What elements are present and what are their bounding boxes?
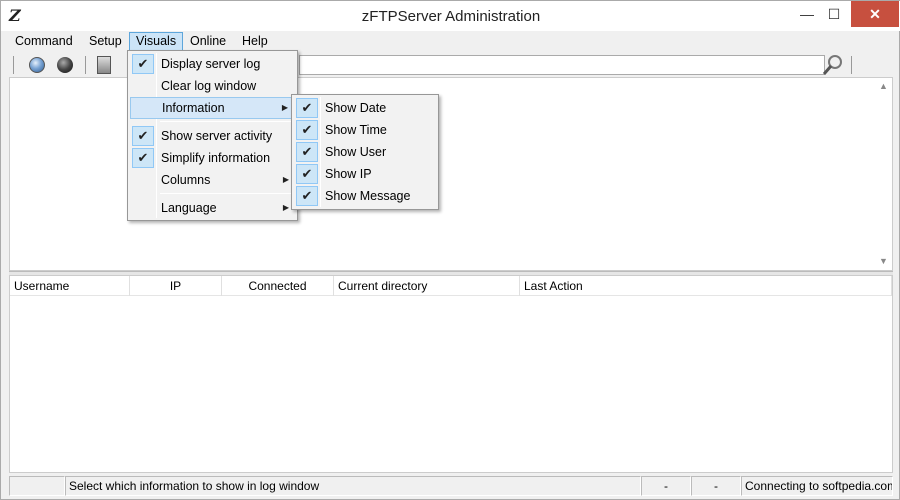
menu-item-information[interactable]: Information ▶ (130, 97, 295, 119)
menu-item-show-message[interactable]: ✔ Show Message (294, 185, 436, 207)
column-header-username[interactable]: Username (10, 276, 130, 296)
checkmark-icon: ✔ (296, 186, 318, 206)
menu-item-label: Clear log window (161, 79, 257, 93)
menu-item-label: Show Message (325, 189, 411, 203)
menu-online[interactable]: Online (184, 32, 232, 52)
menu-item-simplify-information[interactable]: ✔ Simplify information (130, 147, 295, 169)
log-scrollbar[interactable]: ▲ ▼ (875, 78, 892, 270)
menu-item-label: Show server activity (161, 129, 273, 143)
globe-icon[interactable] (29, 57, 45, 73)
information-submenu: ✔ Show Date ✔ Show Time ✔ Show User ✔ Sh… (291, 94, 439, 210)
menu-item-columns[interactable]: Columns ▶ (130, 169, 295, 191)
menu-setup[interactable]: Setup (83, 32, 128, 52)
menu-item-label: Show User (325, 145, 387, 159)
menu-online-label: Online (190, 34, 227, 48)
status-connection: Connecting to softpedia.com (741, 476, 893, 496)
menu-item-label: Columns (161, 173, 211, 187)
menu-item-clear-log-window[interactable]: Clear log window (130, 75, 295, 97)
toolbar-separator (851, 56, 852, 74)
window-title: zFTPServer Administration (361, 8, 541, 25)
menu-item-label: Show Date (325, 101, 387, 115)
column-header-ip[interactable]: IP (130, 276, 222, 296)
menu-item-label: Show Time (325, 123, 387, 137)
checkmark-icon: ✔ (296, 164, 318, 184)
log-filter-input[interactable] (299, 55, 825, 75)
connected-users-table[interactable]: Username IP Connected Current directory … (9, 275, 893, 473)
stop-server-icon[interactable] (57, 57, 73, 73)
menu-item-show-user[interactable]: ✔ Show User (294, 141, 436, 163)
menu-item-show-time[interactable]: ✔ Show Time (294, 119, 436, 141)
menu-visuals[interactable]: Visuals (129, 32, 184, 52)
menu-separator (160, 121, 293, 122)
table-header: Username IP Connected Current directory … (10, 276, 892, 296)
submenu-arrow-icon: ▶ (282, 203, 289, 212)
maximize-button[interactable]: ☐ (816, 1, 852, 27)
menu-help[interactable]: Help (236, 32, 274, 52)
menu-help-label: Help (242, 34, 268, 48)
column-header-last-action[interactable]: Last Action (520, 276, 892, 296)
checkmark-icon: ✔ (296, 120, 318, 140)
menu-item-label: Display server log (161, 57, 261, 71)
checkmark-icon: ✔ (132, 148, 154, 168)
column-header-current-directory[interactable]: Current directory (334, 276, 520, 296)
status-cell-dash-2: - (691, 476, 741, 496)
menu-command[interactable]: Command (9, 32, 79, 52)
column-header-connected[interactable]: Connected (222, 276, 334, 296)
menu-bar: Command Setup Visuals Online Help (9, 32, 893, 52)
server-icon[interactable] (97, 56, 111, 74)
submenu-arrow-icon: ▶ (282, 175, 289, 184)
close-button[interactable]: ✕ (851, 1, 899, 27)
menu-command-label: Command (15, 34, 73, 48)
menu-visuals-label: Visuals (136, 34, 177, 48)
menu-item-label: Language (161, 201, 217, 215)
search-icon[interactable] (821, 53, 845, 77)
status-bar: Select which information to show in log … (9, 475, 893, 497)
toolbar-separator (13, 56, 14, 74)
menu-item-language[interactable]: Language ▶ (130, 197, 295, 219)
menu-item-show-ip[interactable]: ✔ Show IP (294, 163, 436, 185)
submenu-arrow-icon: ▶ (281, 103, 288, 112)
status-cell-empty (9, 476, 65, 496)
title-bar: Z zFTPServer Administration — ☐ ✕ (1, 1, 900, 31)
menu-setup-label: Setup (89, 34, 122, 48)
checkmark-icon: ✔ (132, 126, 154, 146)
menu-item-label: Show IP (325, 167, 372, 181)
menu-item-label: Simplify information (161, 151, 271, 165)
visuals-menu: ✔ Display server log Clear log window In… (127, 50, 298, 221)
checkmark-icon: ✔ (132, 54, 154, 74)
checkmark-icon: ✔ (296, 98, 318, 118)
checkmark-icon: ✔ (296, 142, 318, 162)
toolbar-separator (85, 56, 86, 74)
menu-item-label: Information (162, 101, 225, 115)
menu-separator (160, 193, 293, 194)
menu-item-display-server-log[interactable]: ✔ Display server log (130, 53, 295, 75)
status-message: Select which information to show in log … (65, 476, 641, 496)
menu-item-show-date[interactable]: ✔ Show Date (294, 97, 436, 119)
scroll-down-icon[interactable]: ▼ (875, 253, 892, 270)
menu-item-show-server-activity[interactable]: ✔ Show server activity (130, 125, 295, 147)
scroll-up-icon[interactable]: ▲ (875, 78, 892, 95)
status-cell-dash-1: - (641, 476, 691, 496)
